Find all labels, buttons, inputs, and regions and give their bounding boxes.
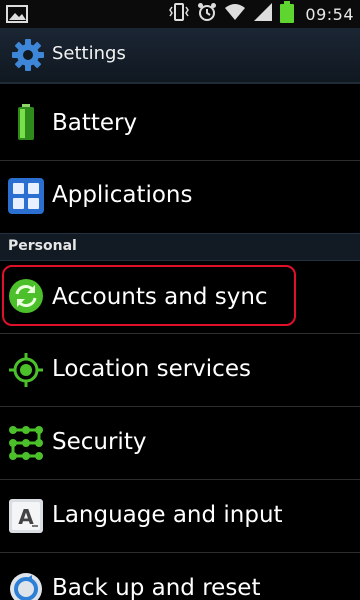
list-item-location-services[interactable]: Location services: [0, 334, 360, 406]
status-bar: 09:54: [0, 0, 360, 28]
page-title: Settings: [52, 43, 126, 64]
signal-icon: [253, 2, 273, 26]
list-item-label: Language and input: [52, 502, 283, 528]
svg-text:A: A: [18, 505, 34, 529]
list-item-label: Security: [52, 429, 147, 455]
list-item-security[interactable]: Security: [0, 407, 360, 479]
list-item-label: Battery: [52, 110, 138, 136]
keyboard-a-icon: A: [8, 498, 44, 534]
applications-grid-icon: [8, 178, 44, 214]
list-item-label: Back up and reset: [52, 575, 261, 600]
security-pattern-icon: [8, 425, 44, 461]
action-bar: Settings: [0, 28, 360, 84]
location-target-icon: [8, 352, 44, 388]
list-item-applications[interactable]: Applications: [0, 161, 360, 233]
vibrate-icon: [168, 2, 190, 26]
battery-icon: [8, 104, 44, 140]
wifi-icon: [224, 2, 246, 26]
highlight-box: [2, 265, 296, 326]
list-item-label: Location services: [52, 356, 251, 382]
list-item-label: Applications: [52, 182, 193, 208]
gear-icon[interactable]: [10, 37, 46, 73]
backup-restore-icon: [8, 571, 44, 600]
image-icon: [6, 4, 30, 24]
clock: 09:54: [305, 4, 354, 24]
list-item-language-and-input[interactable]: A Language and input: [0, 480, 360, 552]
battery-icon: [280, 1, 295, 27]
list-item-battery[interactable]: Battery: [0, 84, 360, 160]
alarm-icon: [197, 2, 217, 26]
section-header-label: Personal: [8, 238, 77, 254]
section-header-personal: Personal: [0, 233, 360, 261]
list-item-back-up-and-reset[interactable]: Back up and reset: [0, 553, 360, 600]
